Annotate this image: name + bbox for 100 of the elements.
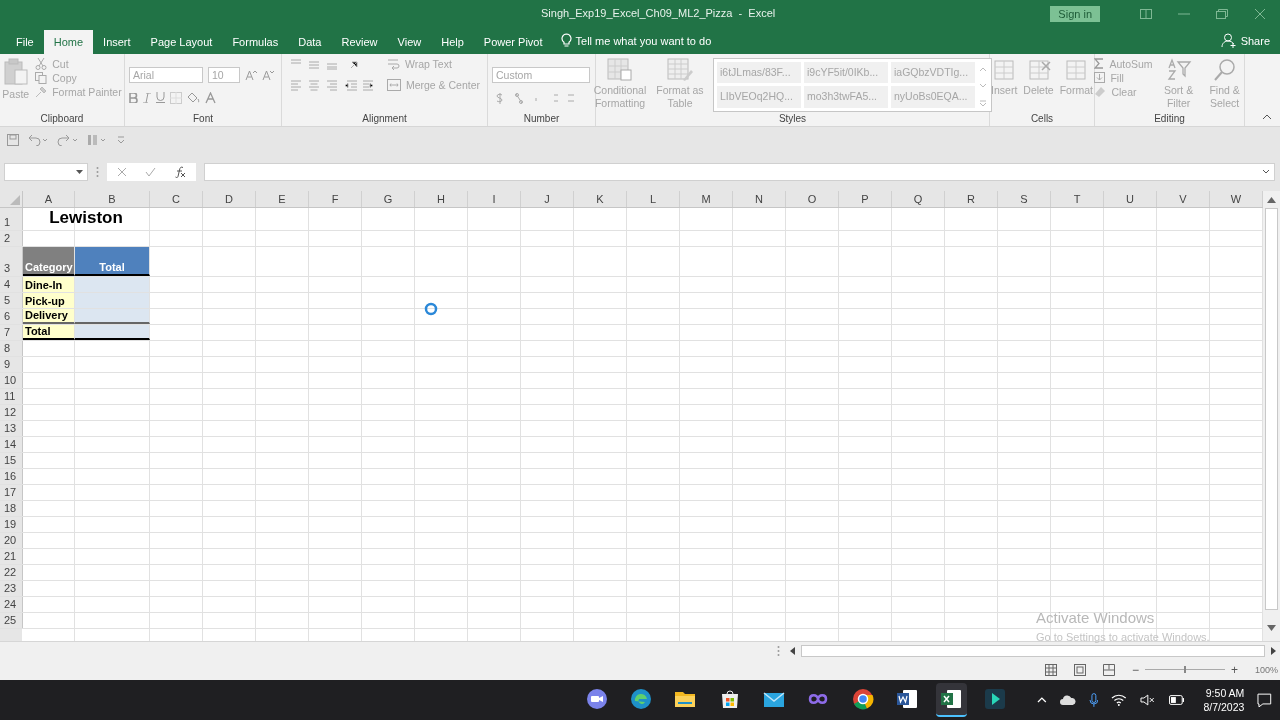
table-cell: Total xyxy=(75,246,150,276)
activation-notice: Activate Windows xyxy=(1036,608,1156,626)
wifi-icon[interactable] xyxy=(1111,694,1128,707)
group-label: Number xyxy=(523,113,560,125)
microphone-icon[interactable] xyxy=(1088,692,1099,708)
column-header[interactable]: C xyxy=(150,190,203,207)
table-cell: Lewiston xyxy=(23,207,150,230)
ribbon-display-icon[interactable] xyxy=(1140,8,1152,19)
column-header[interactable]: G xyxy=(362,190,415,207)
fill-down-icon xyxy=(1094,72,1106,84)
editor-icon xyxy=(984,688,1007,711)
column-header[interactable]: V xyxy=(1157,190,1210,207)
column-header[interactable]: P xyxy=(839,190,892,207)
column-header[interactable]: K xyxy=(574,190,627,207)
cancel-icon[interactable] xyxy=(117,166,127,177)
scroll-left-icon[interactable] xyxy=(790,646,795,655)
column-header[interactable]: H xyxy=(415,190,468,207)
expand-icon[interactable] xyxy=(1262,169,1270,175)
ribbon-tab[interactable]: Page Layout xyxy=(140,29,223,54)
copy-icon xyxy=(35,71,48,84)
scroll-up-icon[interactable] xyxy=(1267,196,1276,203)
sigma-icon xyxy=(1094,58,1105,70)
window-title: Singh_Exp19_Excel_Ch09_ML2_Pizza - Excel xyxy=(541,7,776,19)
sign-in-button[interactable]: Sign in xyxy=(1050,5,1100,22)
table-format-icon xyxy=(667,57,693,82)
column-header[interactable]: J xyxy=(521,190,574,207)
grip-icon xyxy=(777,644,780,657)
ribbon-tab[interactable]: Formulas xyxy=(222,29,289,54)
share-button[interactable]: Share xyxy=(1240,34,1270,47)
browser-icon xyxy=(629,688,652,711)
column-header[interactable]: F xyxy=(309,190,362,207)
word-icon xyxy=(895,688,918,711)
dropdown-icon[interactable] xyxy=(76,169,83,174)
person-add-icon xyxy=(1220,33,1237,49)
excel-icon xyxy=(940,688,963,711)
scissors-icon xyxy=(35,57,48,70)
ribbon-tab[interactable]: Help xyxy=(431,29,474,54)
column-header[interactable]: T xyxy=(1051,190,1104,207)
horizontal-scrollbar[interactable] xyxy=(790,644,1276,657)
cloud-icon[interactable] xyxy=(1059,695,1076,706)
column-header[interactable]: M xyxy=(680,190,733,207)
table-cell: Category xyxy=(23,246,75,276)
chrome-icon xyxy=(851,688,874,711)
ribbon-tab[interactable]: Power Pivot xyxy=(473,29,553,54)
column-header[interactable]: U xyxy=(1104,190,1157,207)
sort-filter-icon xyxy=(1165,57,1192,82)
group-label: Cells xyxy=(1030,113,1054,125)
battery-icon[interactable] xyxy=(1168,695,1185,706)
ribbon-tab[interactable]: Home xyxy=(43,29,94,54)
search-icon xyxy=(1211,57,1238,82)
restore-icon[interactable] xyxy=(1216,8,1228,19)
group-label: Clipboard xyxy=(40,113,84,125)
column-header[interactable]: R xyxy=(945,190,998,207)
column-header[interactable]: S xyxy=(998,190,1051,207)
column-header[interactable]: A xyxy=(23,190,75,207)
group-label: Alignment xyxy=(362,113,407,125)
checkmark-icon[interactable] xyxy=(145,166,156,177)
clock-date[interactable]: 8/7/2023 xyxy=(1203,700,1245,715)
eraser-icon xyxy=(1094,86,1107,98)
column-header[interactable]: Q xyxy=(892,190,945,207)
column-header[interactable]: I xyxy=(468,190,521,207)
ribbon-tab[interactable]: Data xyxy=(288,29,332,54)
group-label: Font xyxy=(193,113,213,125)
group-label: Editing xyxy=(1154,113,1185,125)
ribbon-tab[interactable]: Insert xyxy=(93,29,141,54)
close-icon[interactable] xyxy=(1254,8,1266,19)
conditional-formatting-icon xyxy=(607,57,633,82)
column-header[interactable]: D xyxy=(203,190,256,207)
zoom-level[interactable]: 100% xyxy=(1254,664,1278,675)
clock-time[interactable]: 9:50 AM xyxy=(1205,686,1245,701)
page-layout-icon[interactable] xyxy=(1073,663,1086,676)
tell-me-search[interactable]: Tell me what you want to do xyxy=(575,34,712,47)
column-header[interactable]: N xyxy=(733,190,786,207)
page-break-icon[interactable] xyxy=(1102,663,1115,676)
loading-spinner-icon xyxy=(424,301,438,316)
ribbon-tab[interactable]: View xyxy=(387,29,432,54)
column-header[interactable]: O xyxy=(786,190,839,207)
group-label: Styles xyxy=(778,113,807,125)
lightbulb-icon xyxy=(560,33,572,49)
grip-icon xyxy=(96,165,99,178)
column-header[interactable]: B xyxy=(75,190,150,207)
ribbon-tab[interactable]: Review xyxy=(331,29,388,54)
wrap-text-icon xyxy=(386,57,400,70)
function-icon[interactable] xyxy=(174,165,186,178)
chevron-up-icon[interactable] xyxy=(1037,697,1047,704)
paintbrush-icon xyxy=(35,85,48,98)
zoom-slider[interactable]: − + xyxy=(1131,662,1238,677)
column-header[interactable]: E xyxy=(256,190,309,207)
normal-view-icon[interactable] xyxy=(1044,663,1057,676)
video-call-icon xyxy=(585,688,608,711)
speaker-muted-icon[interactable] xyxy=(1140,694,1156,707)
scroll-down-icon[interactable] xyxy=(1267,624,1276,631)
ribbon-tab[interactable]: File xyxy=(6,29,44,54)
merge-cells-icon xyxy=(386,78,401,91)
scroll-right-icon[interactable] xyxy=(1271,646,1276,655)
scroll-thumb[interactable] xyxy=(1265,207,1278,610)
notification-icon[interactable] xyxy=(1257,692,1272,708)
taskbar-app[interactable] xyxy=(935,683,967,718)
formula-field[interactable] xyxy=(204,162,1275,181)
column-header[interactable]: L xyxy=(627,190,680,207)
